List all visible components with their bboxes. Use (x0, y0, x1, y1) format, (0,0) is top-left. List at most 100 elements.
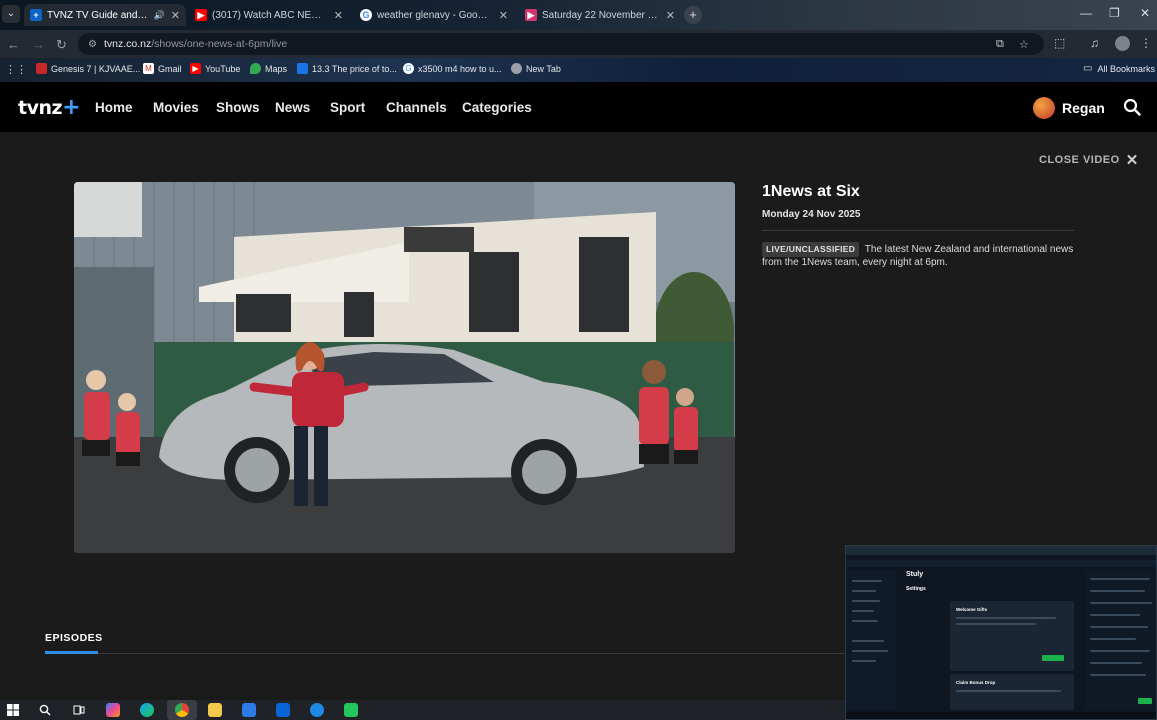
url-field[interactable]: ⚙ tvnz.co.nz/shows/one-news-at-6pm/live (78, 33, 1044, 55)
bookmark-label: 13.3 The price of to... (312, 63, 397, 74)
outlook-icon[interactable] (276, 703, 290, 717)
mail-icon[interactable] (310, 703, 324, 717)
nav-shows[interactable]: Shows (216, 100, 260, 115)
bookmark-label: YouTube (205, 63, 241, 74)
show-date: Monday 24 Nov 2025 (762, 209, 861, 220)
media-icon[interactable]: ♫ (1090, 36, 1099, 50)
site-info-icon[interactable]: ⚙ (88, 39, 97, 50)
nav-news[interactable]: News (275, 100, 310, 115)
forward-icon[interactable]: → (32, 37, 45, 52)
start-icon[interactable] (6, 703, 20, 717)
info-divider (762, 230, 1074, 231)
logo-plus: + (62, 95, 80, 120)
file-explorer-icon[interactable] (208, 703, 222, 717)
search-icon[interactable] (1123, 98, 1141, 116)
episodes-rule (45, 653, 845, 654)
close-tab-icon[interactable]: ✕ (666, 9, 675, 22)
tvnz-logo[interactable]: tvnz+ (18, 95, 80, 120)
youtube-icon: ▶ (190, 63, 201, 74)
windows-taskbar (0, 700, 845, 720)
close-window-icon[interactable]: ✕ (1140, 6, 1150, 20)
all-bookmarks[interactable]: ▭ All Bookmarks (1083, 63, 1155, 74)
close-video-button[interactable]: CLOSE VIDEO ✕ (1039, 151, 1139, 169)
video-player[interactable] (74, 182, 735, 553)
profile-avatar[interactable] (1115, 36, 1130, 51)
genesis-icon (36, 63, 47, 74)
pip-panel-title: Welcome Gifts (956, 607, 988, 612)
all-bookmarks-label: All Bookmarks (1097, 63, 1155, 74)
google-icon: G (360, 9, 372, 21)
extensions-icon[interactable]: ⬚ (1054, 36, 1065, 50)
bookmarks-bar: ⋮⋮ Genesis 7 | KJVAAE... M Gmail ▶ YouTube… (0, 58, 1157, 82)
tab-title: (3017) Watch ABC NEWS Austr (212, 9, 328, 21)
tab-abc-news[interactable]: ▶ (3017) Watch ABC NEWS Austr ✕ (189, 4, 349, 26)
store-icon[interactable] (242, 703, 256, 717)
chrome-icon[interactable] (175, 703, 189, 717)
page-icon (297, 63, 308, 74)
reload-icon[interactable]: ↻ (56, 37, 67, 53)
new-tab-button[interactable]: + (684, 6, 702, 24)
close-tab-icon[interactable]: ✕ (499, 9, 508, 22)
edge-icon[interactable] (140, 703, 154, 717)
pip-window[interactable]: Stuly Settings Welcome Gifts Claim Bonus… (845, 545, 1157, 720)
bookmark-label: Genesis 7 | KJVAAE... (51, 63, 141, 74)
site-header: tvnz+ Home Movies Shows News Sport Chann… (0, 82, 1157, 132)
tab-title: weather glenavy - Google Se (377, 9, 493, 21)
pip-green-button (1042, 655, 1064, 661)
tab-episodes[interactable]: EPISODES (45, 632, 103, 644)
bookmark-price[interactable]: 13.3 The price of to... (297, 63, 397, 74)
tab-title: TVNZ TV Guide and Free Li (47, 9, 150, 21)
app-icon[interactable] (344, 703, 358, 717)
pip-panel2-title: Claim Bonus Drop (956, 680, 996, 685)
url-path: /shows/one-news-at-6pm/live (151, 38, 288, 50)
tab-saturday[interactable]: ▶ Saturday 22 November 2025 | ✕ (519, 4, 681, 26)
show-title: 1News at Six (762, 183, 860, 200)
tab-weather[interactable]: G weather glenavy - Google Se ✕ (354, 4, 514, 26)
maps-icon (250, 63, 261, 74)
bookmark-newtab[interactable]: New Tab (511, 63, 561, 74)
apps-icon[interactable]: ⋮⋮ (5, 63, 27, 76)
pip-panel-2: Claim Bonus Drop (950, 674, 1074, 710)
bookmark-star-icon[interactable]: ☆ (1019, 38, 1029, 51)
pip-settings-title: Settings (906, 586, 926, 592)
nav-sport[interactable]: Sport (330, 100, 365, 115)
maximize-icon[interactable]: ❐ (1109, 6, 1120, 20)
close-tab-icon[interactable]: ✕ (171, 9, 180, 22)
copilot-icon[interactable] (106, 703, 120, 717)
minimize-icon[interactable]: — (1080, 6, 1092, 20)
google-icon: G (403, 63, 414, 74)
close-tab-icon[interactable]: ✕ (334, 9, 343, 22)
close-icon: ✕ (1125, 152, 1139, 169)
menu-icon[interactable]: ⋮ (1140, 36, 1152, 50)
audio-icon[interactable]: 🔊 (154, 10, 165, 21)
show-description-block: LIVE/UNCLASSIFIED The latest New Zealand… (762, 242, 1074, 269)
tab-title: Saturday 22 November 2025 | (542, 9, 660, 21)
nav-movies[interactable]: Movies (153, 100, 199, 115)
rating-badge: LIVE/UNCLASSIFIED (762, 242, 860, 257)
newtab-icon (511, 63, 522, 74)
gmail-icon: M (143, 63, 154, 74)
bookmark-label: x3500 m4 how to u... (418, 63, 502, 74)
pip-logo: Stuly (906, 571, 924, 578)
tab-search-button[interactable]: ⌄ (2, 5, 20, 23)
nav-home[interactable]: Home (95, 100, 133, 115)
task-view-icon[interactable] (72, 703, 86, 717)
nav-categories[interactable]: Categories (462, 100, 532, 115)
user-name[interactable]: Regan (1062, 100, 1105, 116)
bookmark-youtube[interactable]: ▶ YouTube (190, 63, 240, 74)
bookmark-gmail[interactable]: M Gmail (143, 63, 182, 74)
logo-text: tvnz (18, 97, 63, 119)
back-icon[interactable]: ← (7, 37, 20, 52)
video-frame-image (74, 182, 735, 553)
bookmark-x3500[interactable]: Gx3500 m4 how to u... (403, 63, 502, 74)
close-video-label: CLOSE VIDEO (1039, 154, 1120, 166)
cast-icon[interactable]: ⧉ (996, 38, 1004, 51)
pip-bookmarks-bar (846, 560, 1156, 567)
nav-channels[interactable]: Channels (386, 100, 447, 115)
bookmark-maps[interactable]: Maps (250, 63, 287, 74)
tab-tvnz[interactable]: + TVNZ TV Guide and Free Li 🔊 ✕ (24, 4, 186, 26)
pip-chat-panel (1086, 570, 1156, 710)
bookmark-genesis[interactable]: Genesis 7 | KJVAAE... (36, 63, 140, 74)
user-avatar[interactable] (1033, 97, 1055, 119)
search-icon[interactable] (38, 703, 52, 717)
